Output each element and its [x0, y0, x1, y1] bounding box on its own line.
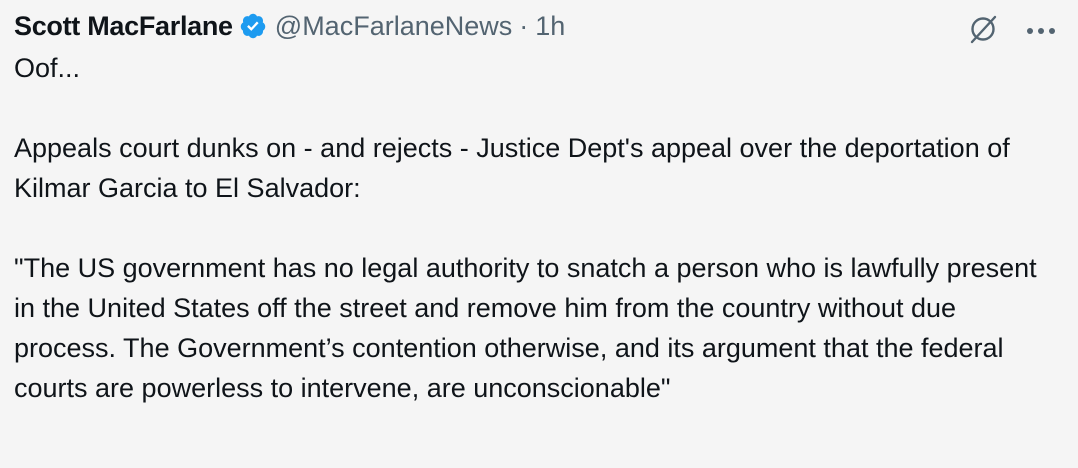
grok-button[interactable] [964, 12, 1002, 50]
more-options-icon [1026, 22, 1056, 40]
author-name[interactable]: Scott MacFarlane [14, 11, 233, 42]
tweet-actions [964, 12, 1058, 50]
tweet-paragraph: Oof... [14, 53, 81, 83]
separator-dot: · [519, 10, 529, 41]
author-handle[interactable]: @MacFarlaneNews [275, 11, 512, 42]
tweet-text: Oof... Appeals court dunks on - and reje… [14, 48, 1064, 408]
tweet-timestamp[interactable]: 1h [535, 11, 565, 42]
more-options-button[interactable] [1024, 14, 1058, 48]
tweet-paragraph: "The US government has no legal authorit… [14, 253, 1037, 403]
verified-badge-icon [239, 12, 267, 40]
tweet-paragraph: Appeals court dunks on - and rejects - J… [14, 133, 1010, 203]
tweet-header: Scott MacFarlane @MacFarlaneNews · 1h [14, 6, 1064, 46]
grok-icon [966, 12, 1000, 51]
tweet-card[interactable]: Scott MacFarlane @MacFarlaneNews · 1h Oo… [0, 0, 1078, 468]
